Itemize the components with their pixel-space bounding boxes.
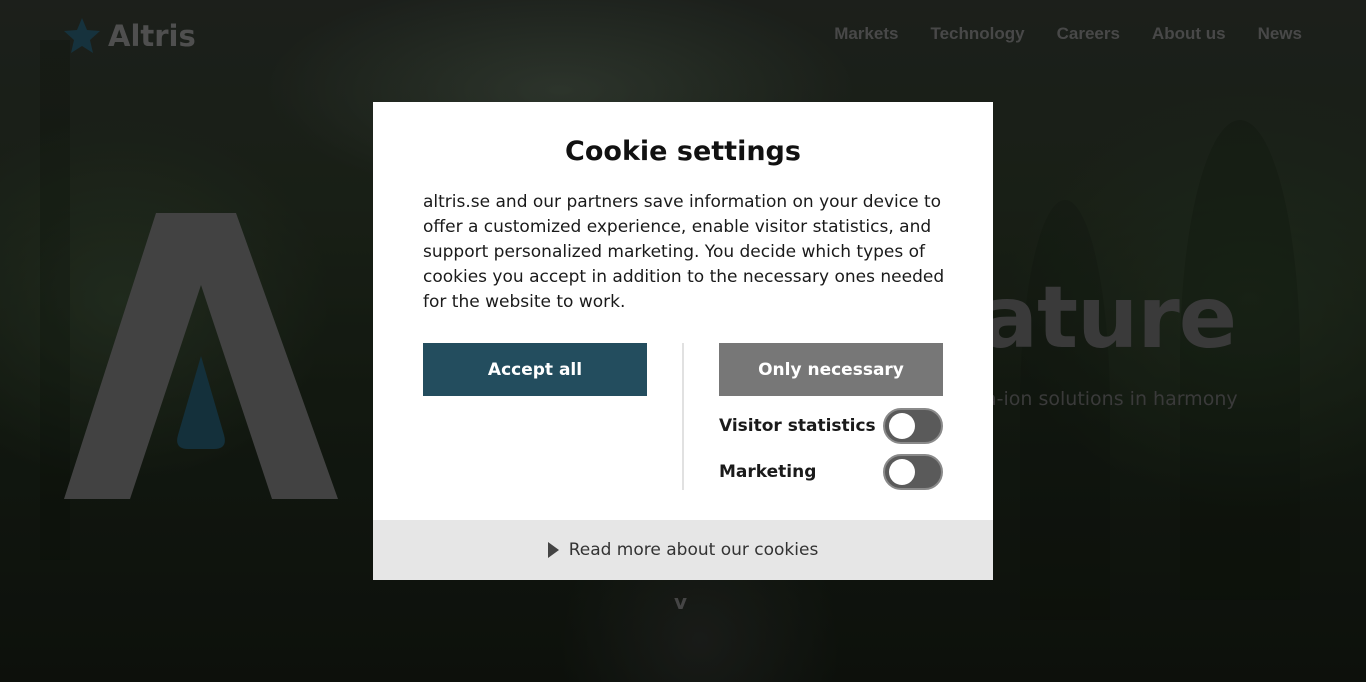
- triangle-right-icon: [547, 542, 559, 558]
- visitor-statistics-toggle[interactable]: [883, 408, 943, 444]
- visitor-statistics-row: Visitor statistics: [719, 408, 943, 444]
- divider: [682, 343, 684, 490]
- read-more-cookies-link[interactable]: Read more about our cookies: [373, 520, 993, 580]
- marketing-label: Marketing: [719, 462, 817, 482]
- toggle-knob: [889, 413, 915, 439]
- visitor-statistics-label: Visitor statistics: [719, 416, 876, 436]
- dialog-title: Cookie settings: [565, 136, 801, 167]
- read-more-label: Read more about our cookies: [568, 540, 819, 560]
- marketing-toggle[interactable]: [883, 454, 943, 490]
- accept-all-button[interactable]: Accept all: [423, 343, 647, 396]
- toggle-knob: [889, 459, 915, 485]
- marketing-row: Marketing: [719, 454, 943, 490]
- dialog-description: altris.se and our partners save informat…: [423, 192, 945, 312]
- only-necessary-button[interactable]: Only necessary: [719, 343, 943, 396]
- cookie-settings-dialog: Cookie settings altris.se and our partne…: [373, 102, 993, 580]
